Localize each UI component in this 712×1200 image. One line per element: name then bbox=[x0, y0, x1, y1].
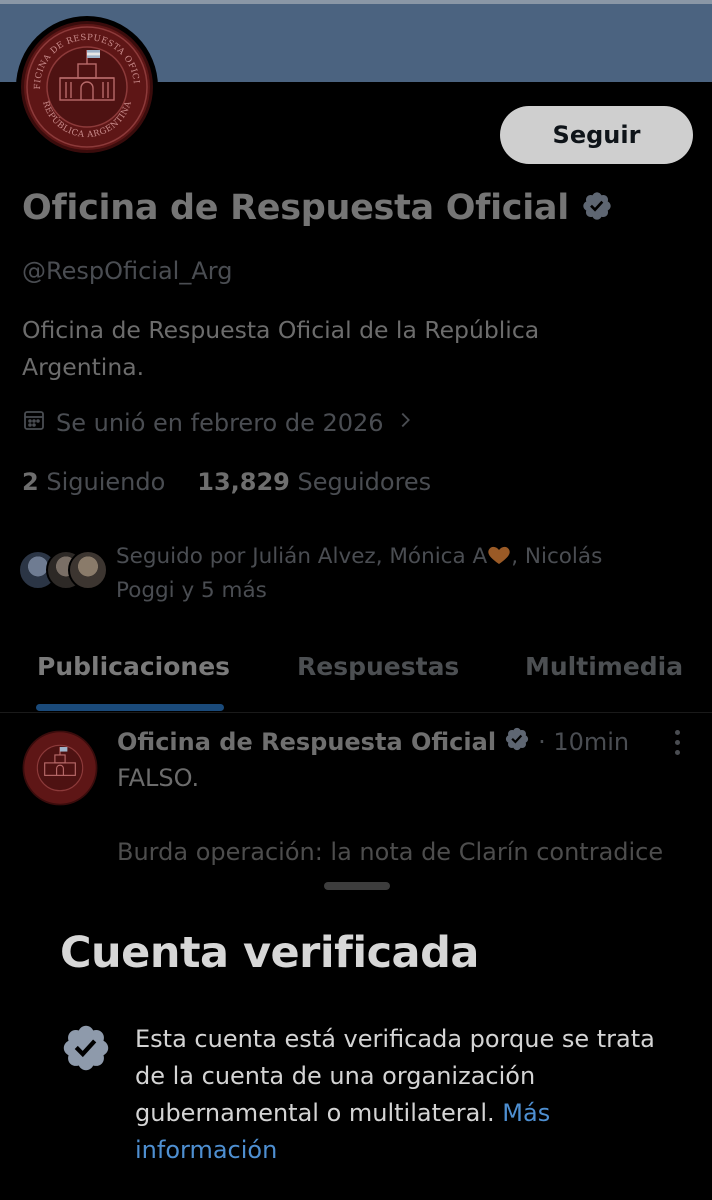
post-header: Oficina de Respuesta Oficial · 10min bbox=[117, 726, 629, 758]
post-text-line2: Burda operación: la nota de Clarín contr… bbox=[117, 838, 664, 866]
follow-button[interactable]: Seguir bbox=[500, 106, 693, 164]
sheet-description: Esta cuenta está verificada porque se tr… bbox=[135, 1021, 655, 1169]
post-avatar[interactable] bbox=[22, 730, 98, 806]
post-text-line1: FALSO. bbox=[117, 764, 200, 792]
following-label: Siguiendo bbox=[46, 468, 166, 496]
post-timestamp[interactable]: · 10min bbox=[538, 728, 629, 756]
active-tab-indicator bbox=[36, 704, 224, 711]
heart-icon bbox=[487, 542, 511, 564]
profile-display-name: Oficina de Respuesta Oficial bbox=[22, 188, 569, 228]
profile-avatar[interactable]: OFICINA DE RESPUESTA OFICIAL REPÚBLICA A… bbox=[16, 16, 158, 158]
tab-respuestas[interactable]: Respuestas bbox=[297, 652, 459, 681]
followed-by-prefix: Seguido por Julián Alvez, Mónica A bbox=[116, 544, 488, 569]
post-verified-badge-icon[interactable] bbox=[504, 726, 530, 758]
followed-by-row[interactable]: Seguido por Julián Alvez, Mónica A, Nico… bbox=[18, 540, 656, 608]
profile-handle: @RespOficial_Arg bbox=[22, 257, 233, 285]
profile-bio: Oficina de Respuesta Oficial de la Repúb… bbox=[22, 316, 540, 381]
followed-by-text: Seguido por Julián Alvez, Mónica A, Nico… bbox=[116, 540, 656, 608]
followers-stat[interactable]: 13,829 Seguidores bbox=[197, 468, 431, 496]
profile-tabs: Publicaciones Respuestas Multimedia bbox=[0, 640, 712, 713]
profile-stats: 2 Siguiendo 13,829 Seguidores bbox=[22, 468, 431, 496]
following-count: 2 bbox=[22, 468, 39, 496]
sheet-drag-handle[interactable] bbox=[324, 882, 390, 890]
calendar-icon bbox=[22, 408, 46, 438]
joined-date-text: Se unió en febrero de 2026 bbox=[56, 409, 384, 437]
following-stat[interactable]: 2 Siguiendo bbox=[22, 468, 165, 496]
chevron-right-icon bbox=[394, 409, 416, 437]
followers-avatars bbox=[18, 540, 110, 590]
joined-date-row[interactable]: Se unió en febrero de 2026 bbox=[22, 408, 416, 438]
post-more-icon[interactable] bbox=[670, 730, 684, 760]
sheet-title: Cuenta verificada bbox=[60, 928, 479, 978]
verified-badge-icon[interactable] bbox=[581, 190, 613, 226]
profile-name-row: Oficina de Respuesta Oficial bbox=[22, 188, 613, 228]
followers-count: 13,829 bbox=[197, 468, 290, 496]
avatar bbox=[68, 550, 108, 590]
tab-multimedia[interactable]: Multimedia bbox=[525, 652, 683, 681]
followers-label: Seguidores bbox=[297, 468, 432, 496]
verified-badge-gray-icon bbox=[60, 1022, 112, 1078]
tab-publicaciones[interactable]: Publicaciones bbox=[37, 652, 230, 681]
banner-edge bbox=[0, 0, 712, 4]
post-author-name[interactable]: Oficina de Respuesta Oficial bbox=[117, 728, 496, 756]
seal-logo-icon: OFICINA DE RESPUESTA OFICIAL REPÚBLICA A… bbox=[20, 20, 154, 154]
sheet-body-text: Esta cuenta está verificada porque se tr… bbox=[135, 1025, 655, 1127]
